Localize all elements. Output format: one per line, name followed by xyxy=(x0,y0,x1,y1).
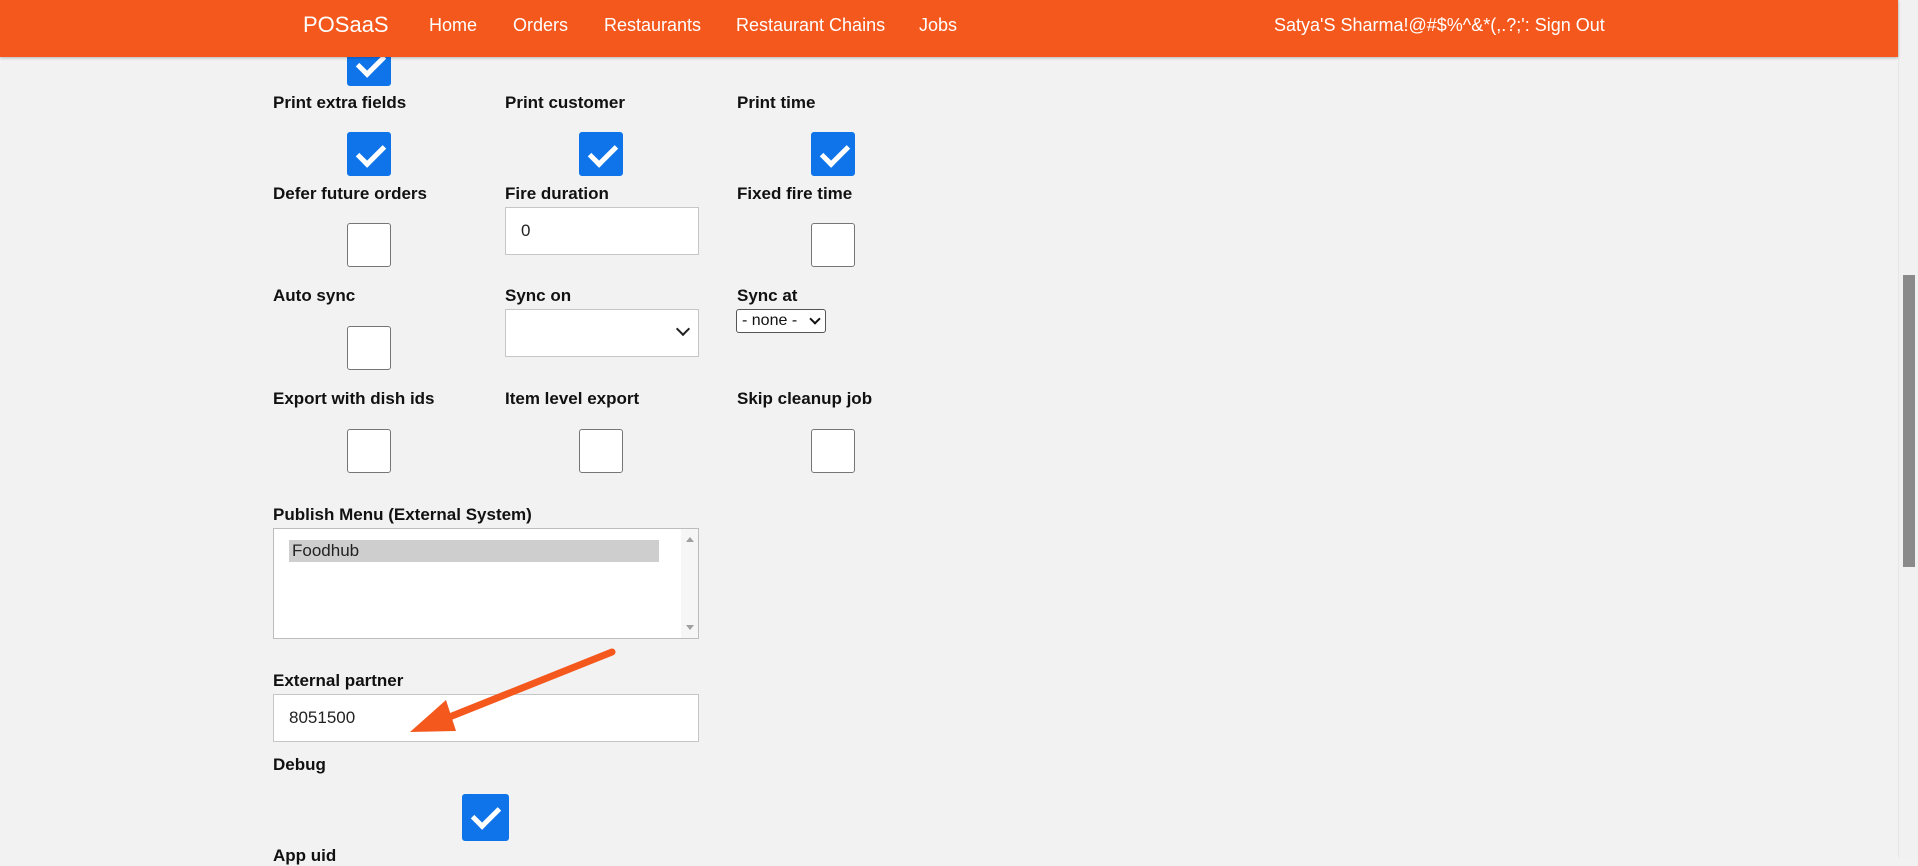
nav-home[interactable]: Home xyxy=(429,14,477,36)
top-navbar: POSaaS Home Orders Restaurants Restauran… xyxy=(0,0,1898,57)
nav-jobs[interactable]: Jobs xyxy=(919,14,957,36)
nav-orders[interactable]: Orders xyxy=(513,14,568,36)
annotation-arrow xyxy=(410,648,616,732)
nav-restaurant-chains[interactable]: Restaurant Chains xyxy=(736,14,885,36)
user-sign-out-link[interactable]: Satya'S Sharma!@#$%^&*(,.?;': Sign Out xyxy=(1274,14,1605,36)
brand-link[interactable]: POSaaS xyxy=(303,12,389,38)
nav-restaurants[interactable]: Restaurants xyxy=(604,14,701,36)
